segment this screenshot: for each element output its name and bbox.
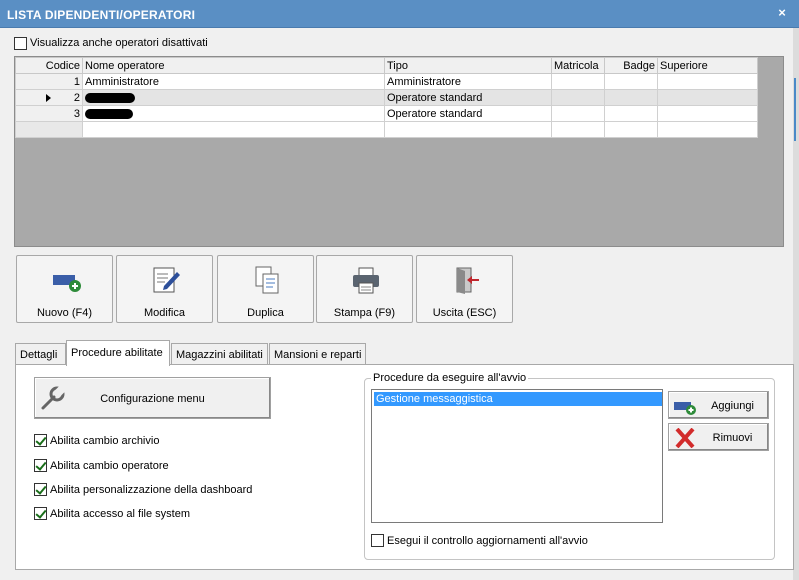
show-disabled-label: Visualizza anche operatori disattivati (30, 37, 208, 49)
config-menu-label: Configurazione menu (100, 393, 205, 405)
cell-matricola[interactable] (551, 105, 605, 122)
col-header-badge[interactable]: Badge (604, 57, 658, 74)
accesso-file-system-checkbox[interactable] (34, 507, 47, 520)
remove-x-icon (675, 428, 695, 448)
stampa-button[interactable]: Stampa (F9) (316, 255, 413, 323)
cell-superiore-new[interactable] (657, 121, 758, 138)
cell-matricola[interactable] (551, 73, 605, 90)
cell-codice[interactable]: 1 (15, 73, 83, 90)
col-header-superiore[interactable]: Superiore (657, 57, 758, 74)
cambio-archivio-checkbox[interactable] (34, 434, 47, 447)
personalizzazione-dashboard-label: Abilita personalizzazione della dashboar… (50, 484, 253, 496)
duplica-label: Duplica (247, 307, 284, 319)
exit-door-icon (456, 267, 479, 294)
duplica-button[interactable]: Duplica (217, 255, 314, 323)
col-header-nome[interactable]: Nome operatore (82, 57, 385, 74)
cell-badge[interactable] (604, 105, 658, 122)
printer-icon (353, 267, 379, 294)
cell-matricola-new[interactable] (551, 121, 605, 138)
cell-superiore[interactable] (657, 105, 758, 122)
cambio-operatore-label: Abilita cambio operatore (50, 460, 169, 472)
modifica-button[interactable]: Modifica (116, 255, 213, 323)
cell-nome-new[interactable] (82, 121, 385, 138)
current-row-indicator-icon (46, 94, 51, 102)
tab-mansioni-reparti[interactable]: Mansioni e reparti (269, 343, 366, 365)
config-menu-button[interactable]: Configurazione menu (34, 377, 271, 419)
tab-magazzini-abilitati[interactable]: Magazzini abilitati (171, 343, 268, 365)
cell-tipo[interactable]: Amministratore (384, 73, 552, 90)
cell-tipo[interactable]: Operatore standard (384, 89, 552, 106)
cell-tipo[interactable]: Operatore standard (384, 105, 552, 122)
aggiungi-label: Aggiungi (711, 400, 754, 412)
cell-superiore[interactable] (657, 89, 758, 106)
edit-icon (153, 267, 180, 293)
startup-procedures-title: Procedure da eseguire all'avvio (371, 372, 529, 384)
rimuovi-label: Rimuovi (712, 432, 753, 444)
cell-superiore[interactable] (657, 73, 758, 90)
cell-nome[interactable] (82, 89, 385, 106)
tab-dettagli[interactable]: Dettagli (15, 343, 66, 365)
duplicate-icon (255, 266, 279, 294)
nuovo-button[interactable]: Nuovo (F4) (16, 255, 113, 323)
cell-badge[interactable] (604, 73, 658, 90)
title-bar: LISTA DIPENDENTI/OPERATORI × (0, 0, 799, 28)
window-title: LISTA DIPENDENTI/OPERATORI (7, 8, 196, 22)
uscita-button[interactable]: Uscita (ESC) (416, 255, 513, 323)
cell-badge[interactable] (604, 89, 658, 106)
show-disabled-checkbox[interactable] (14, 37, 27, 50)
aggiungi-button[interactable]: Aggiungi (668, 391, 769, 419)
uscita-label: Uscita (ESC) (432, 307, 497, 319)
cell-codice-value: 2 (73, 91, 80, 104)
table-row[interactable]: 2 Operatore standard (15, 89, 758, 106)
cell-badge-new[interactable] (604, 121, 658, 138)
cell-codice-current[interactable]: 2 (15, 89, 83, 106)
table-row[interactable]: 1 Amministratore Amministratore (15, 73, 758, 90)
cambio-archivio-label: Abilita cambio archivio (50, 435, 160, 447)
check-updates-label: Esegui il controllo aggiornamenti all'av… (387, 535, 588, 547)
redacted-name (85, 92, 135, 103)
list-item[interactable]: Gestione messaggistica (374, 392, 662, 406)
nuovo-label: Nuovo (F4) (36, 307, 93, 319)
cell-nome[interactable]: Amministratore (82, 73, 385, 90)
col-header-tipo[interactable]: Tipo (384, 57, 552, 74)
add-card-icon (53, 275, 81, 292)
cambio-operatore-checkbox[interactable] (34, 459, 47, 472)
cell-tipo-new[interactable] (384, 121, 552, 138)
stampa-label: Stampa (F9) (333, 307, 396, 319)
operators-grid[interactable]: Codice Nome operatore Tipo Matricola Bad… (14, 56, 784, 247)
check-updates-checkbox[interactable] (371, 534, 384, 547)
tab-procedure-abilitate[interactable]: Procedure abilitate (66, 340, 170, 366)
add-card-icon (674, 402, 696, 415)
redacted-name (85, 108, 133, 119)
accesso-file-system-label: Abilita accesso al file system (50, 508, 190, 520)
new-row[interactable] (15, 121, 758, 138)
startup-procedures-list[interactable]: Gestione messaggistica (371, 389, 663, 523)
cell-matricola[interactable] (551, 89, 605, 106)
cell-codice[interactable]: 3 (15, 105, 83, 122)
modifica-label: Modifica (144, 307, 185, 319)
personalizzazione-dashboard-checkbox[interactable] (34, 483, 47, 496)
rimuovi-button[interactable]: Rimuovi (668, 423, 769, 451)
table-row[interactable]: 3 Operatore standard (15, 105, 758, 122)
cell-nome[interactable] (82, 105, 385, 122)
edge-highlight (794, 78, 796, 141)
col-header-codice[interactable]: Codice (15, 57, 83, 74)
grid-header-row: Codice Nome operatore Tipo Matricola Bad… (15, 57, 758, 74)
cell-codice-new[interactable] (15, 121, 83, 138)
col-header-matricola[interactable]: Matricola (551, 57, 605, 74)
close-icon[interactable]: × (775, 6, 789, 20)
